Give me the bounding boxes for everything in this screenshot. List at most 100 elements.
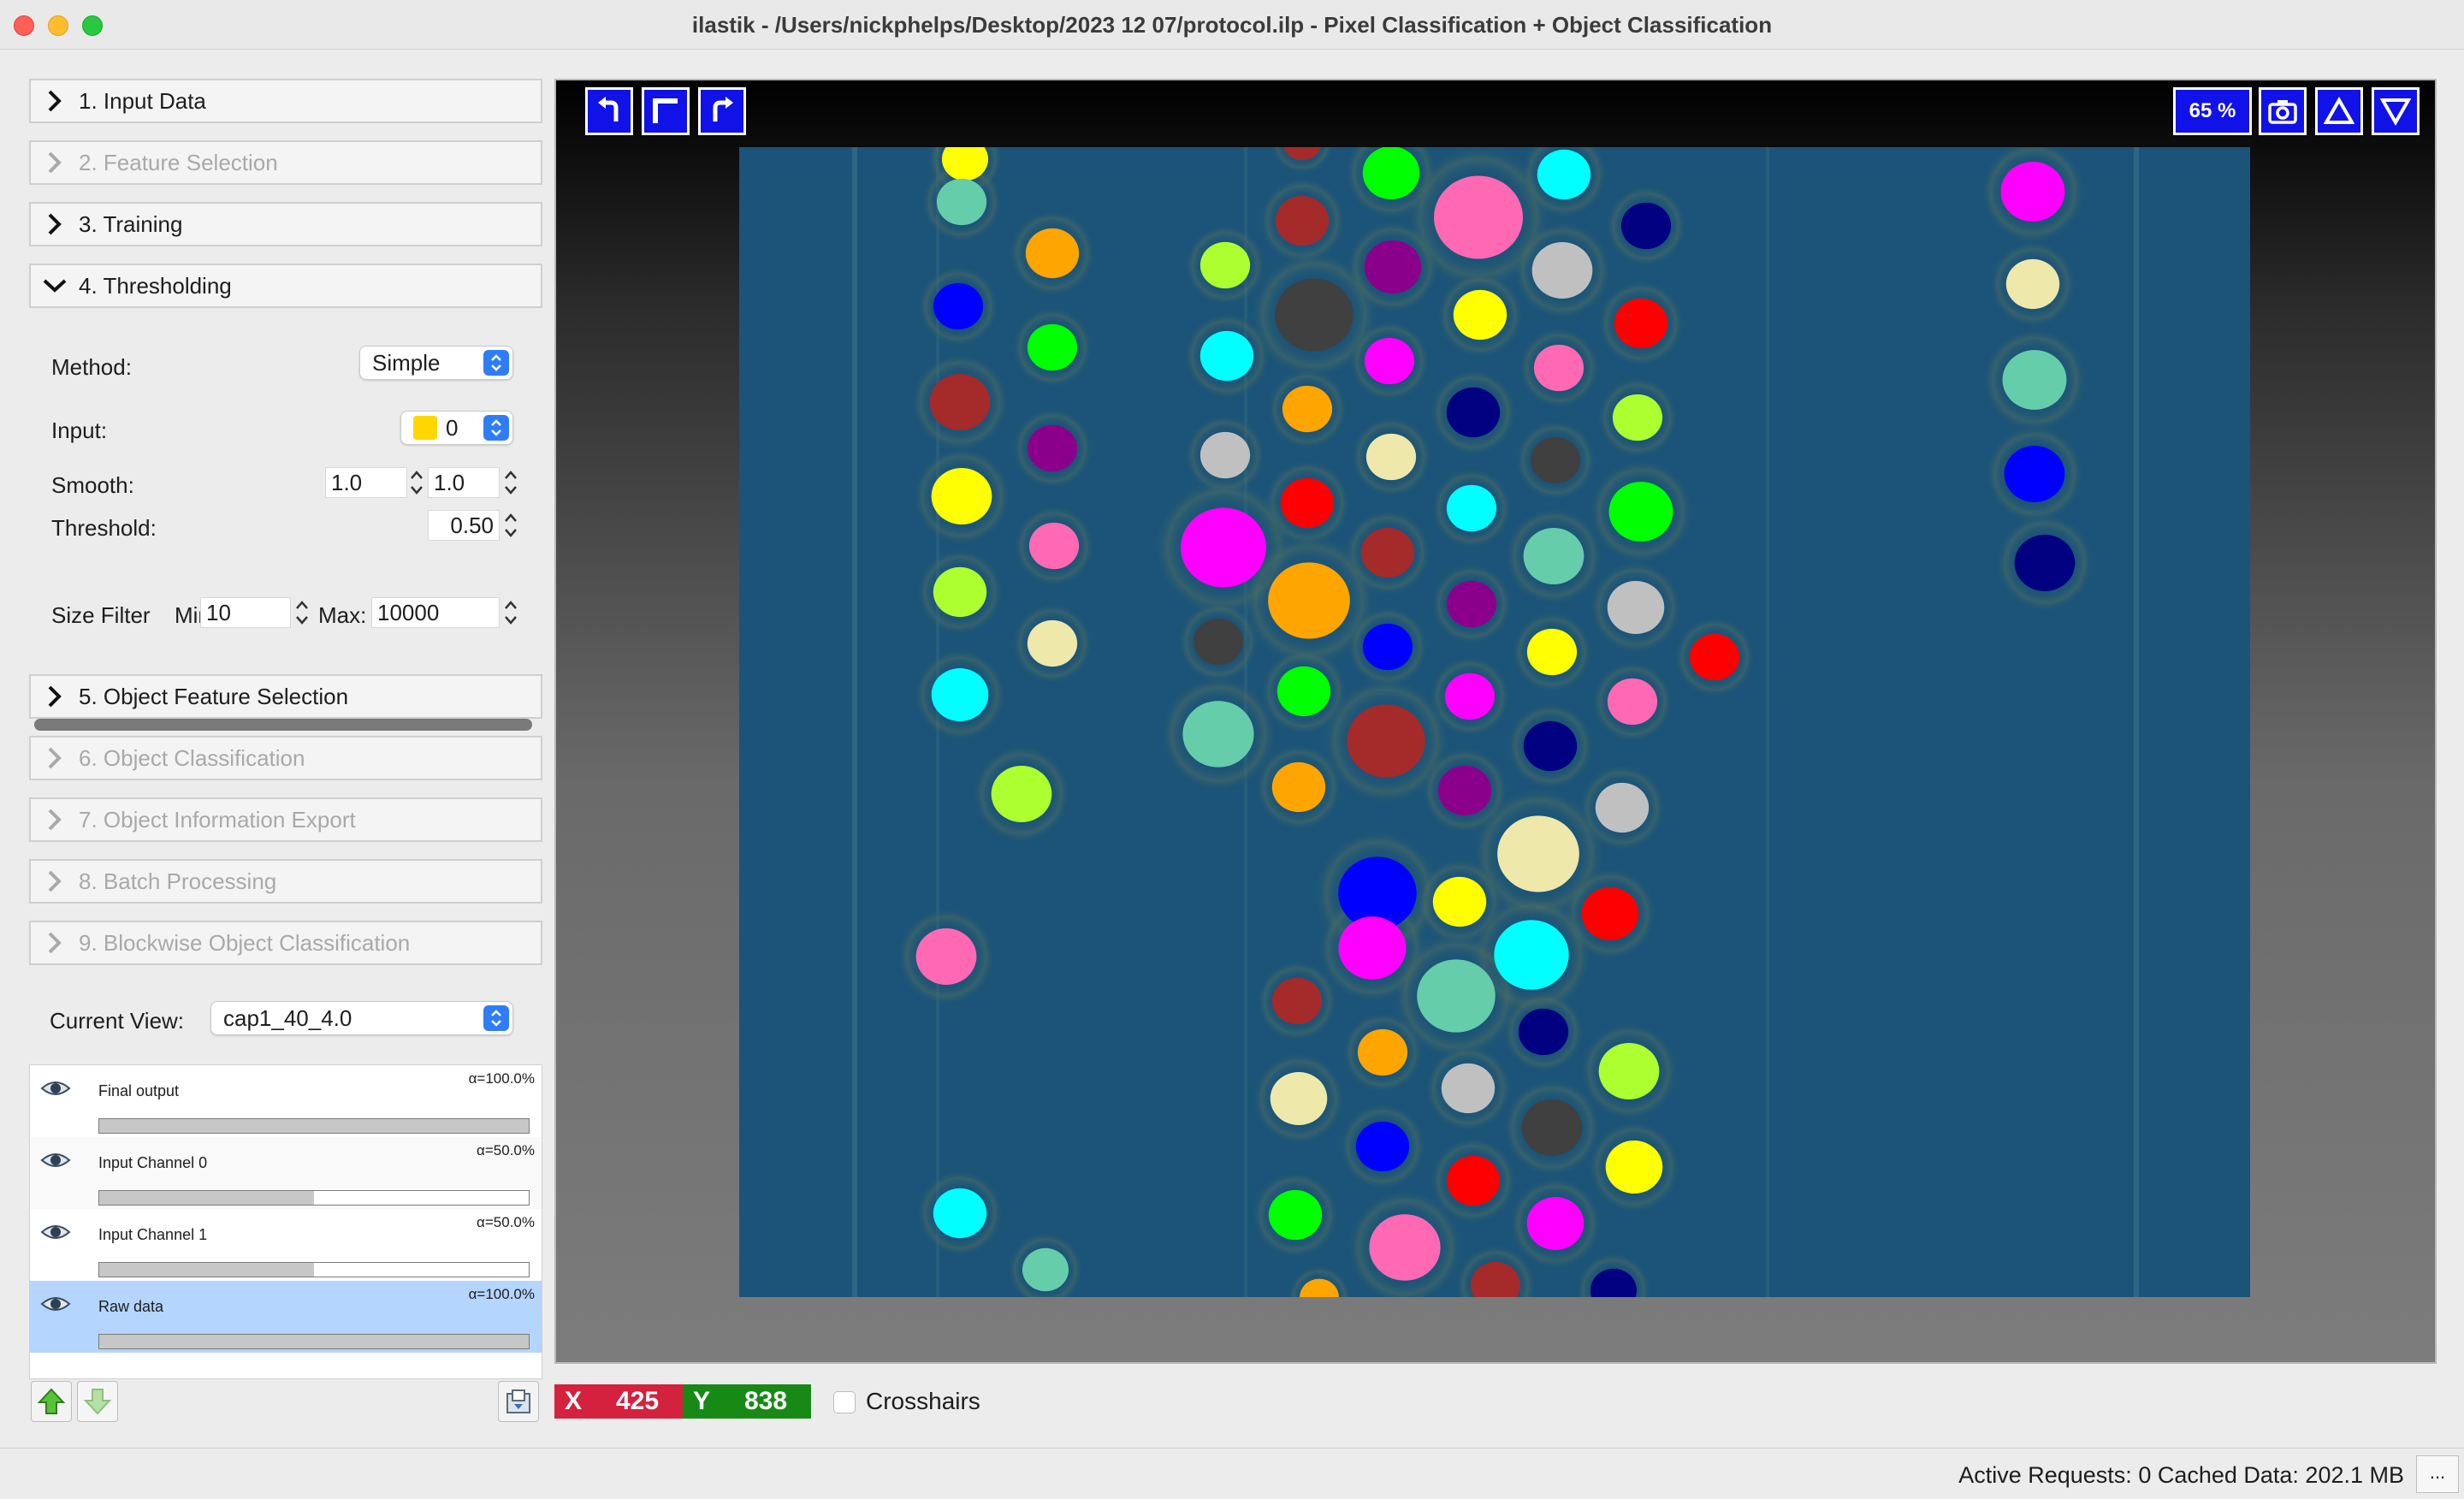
segmented-object[interactable] xyxy=(1446,484,1497,532)
segmented-object[interactable] xyxy=(1608,482,1673,542)
segmented-object[interactable] xyxy=(1620,202,1672,250)
segmented-object[interactable] xyxy=(1275,195,1330,246)
segmented-object[interactable] xyxy=(1355,1121,1410,1172)
spin-arrows-icon[interactable] xyxy=(293,597,311,628)
segmented-object[interactable] xyxy=(931,468,992,524)
segmented-object[interactable] xyxy=(1280,477,1335,529)
segmented-object[interactable] xyxy=(933,282,984,330)
layer-opacity-bar[interactable] xyxy=(98,1262,530,1277)
segmented-object[interactable] xyxy=(2005,258,2060,310)
layer-opacity-bar[interactable] xyxy=(98,1118,530,1134)
segmented-object[interactable] xyxy=(1270,1071,1328,1126)
segmented-object[interactable] xyxy=(2002,350,2067,410)
segmented-object[interactable] xyxy=(1028,522,1080,570)
smooth-x-input[interactable]: 1.0 xyxy=(325,467,407,498)
slice-down-button[interactable] xyxy=(2372,87,2420,135)
zoom-level-button[interactable]: 65 % xyxy=(2173,87,2252,135)
segmented-object[interactable] xyxy=(1494,920,1569,990)
layer-item[interactable]: Raw data α=100.0% xyxy=(30,1281,542,1353)
crosshairs-checkbox[interactable] xyxy=(833,1391,856,1413)
eye-icon[interactable] xyxy=(40,1293,71,1315)
spin-arrows-icon[interactable] xyxy=(501,510,520,541)
applet-object-classification[interactable]: 6. Object Classification xyxy=(29,736,542,780)
segmented-object[interactable] xyxy=(1268,562,1350,639)
segmented-object[interactable] xyxy=(1434,175,1523,259)
segmented-object[interactable] xyxy=(931,667,989,722)
segmented-object[interactable] xyxy=(1523,528,1584,584)
segmented-object[interactable] xyxy=(1360,527,1415,578)
segmented-object[interactable] xyxy=(1362,623,1413,671)
segmented-object[interactable] xyxy=(1446,580,1497,628)
layer-opacity-bar[interactable] xyxy=(98,1190,530,1206)
segmented-object[interactable] xyxy=(1271,977,1323,1025)
fit-view-button[interactable] xyxy=(642,87,690,135)
layer-item[interactable]: Input Channel 1 α=50.0% xyxy=(30,1209,542,1281)
segmented-object[interactable] xyxy=(1444,672,1496,720)
segmented-object[interactable] xyxy=(1027,323,1078,371)
segmented-object[interactable] xyxy=(1275,278,1353,352)
eye-icon[interactable] xyxy=(40,1077,71,1099)
segmented-object[interactable] xyxy=(2004,446,2065,502)
move-layer-down-button[interactable] xyxy=(77,1381,118,1422)
segmented-object[interactable] xyxy=(1369,1214,1441,1281)
segmented-object[interactable] xyxy=(1497,815,1579,892)
segmented-object[interactable] xyxy=(1022,1247,1069,1292)
slice-up-button[interactable] xyxy=(2315,87,2363,135)
input-channel-select[interactable]: 0 xyxy=(400,411,513,445)
spin-arrows-icon[interactable] xyxy=(501,597,520,628)
segmented-object[interactable] xyxy=(1347,704,1425,778)
applet-training[interactable]: 3. Training xyxy=(29,202,542,246)
segmented-object[interactable] xyxy=(1526,1196,1584,1251)
applet-feature-selection[interactable]: 2. Feature Selection xyxy=(29,140,542,185)
segmented-object[interactable] xyxy=(1614,298,1668,349)
segmented-object[interactable] xyxy=(1531,242,1593,299)
segmented-object[interactable] xyxy=(933,1188,987,1239)
segmented-object[interactable] xyxy=(1526,628,1578,676)
segmented-object[interactable] xyxy=(1338,916,1407,980)
segmented-object[interactable] xyxy=(2014,535,2076,591)
applet-thresholding[interactable]: 4. Thresholding xyxy=(29,264,542,308)
segmented-object[interactable] xyxy=(1521,1099,1583,1156)
segmented-object[interactable] xyxy=(1441,1063,1496,1114)
segmented-object[interactable] xyxy=(1027,619,1078,667)
segmented-object[interactable] xyxy=(1437,765,1492,816)
segmented-object[interactable] xyxy=(1581,886,1639,941)
screenshot-button[interactable] xyxy=(2259,87,2307,135)
segmented-object[interactable] xyxy=(929,374,991,430)
size-max-input[interactable]: 10000 xyxy=(371,597,500,628)
move-layer-up-button[interactable] xyxy=(31,1381,72,1422)
segmented-object[interactable] xyxy=(936,178,987,226)
smooth-y-input[interactable]: 1.0 xyxy=(428,467,500,498)
segmented-object[interactable] xyxy=(1446,387,1501,438)
segmented-object[interactable] xyxy=(1364,337,1415,385)
current-view-select[interactable]: cap1_40_4.0 xyxy=(210,1001,513,1035)
segmented-object[interactable] xyxy=(1595,782,1650,833)
segmented-object[interactable] xyxy=(1417,959,1496,1033)
applet-object-feature-selection[interactable]: 5. Object Feature Selection xyxy=(29,674,542,719)
segmented-object[interactable] xyxy=(1199,241,1251,289)
segmented-object[interactable] xyxy=(1689,633,1740,681)
status-more-button[interactable]: ... xyxy=(2416,1455,2459,1493)
segmented-object[interactable] xyxy=(1199,330,1254,382)
segmented-object[interactable] xyxy=(1027,424,1078,472)
applet-object-information-export[interactable]: 7. Object Information Export xyxy=(29,797,542,842)
segmented-object[interactable] xyxy=(1607,580,1665,635)
layer-item[interactable]: Input Channel 0 α=50.0% xyxy=(30,1137,542,1209)
segmented-object[interactable] xyxy=(1181,507,1266,588)
segmented-object[interactable] xyxy=(1432,876,1487,927)
segmented-object[interactable] xyxy=(1364,240,1422,294)
segmented-object[interactable] xyxy=(1025,228,1080,279)
crosshairs-label[interactable]: Crosshairs xyxy=(866,1388,980,1415)
segmented-object[interactable] xyxy=(1446,1155,1501,1206)
applet-input-data[interactable]: 1. Input Data xyxy=(29,79,542,123)
rotate-right-button[interactable] xyxy=(698,87,746,135)
spin-arrows-icon[interactable] xyxy=(501,467,520,498)
segmented-object[interactable] xyxy=(1453,289,1507,341)
segmented-object[interactable] xyxy=(1276,666,1331,717)
spin-arrows-icon[interactable] xyxy=(407,467,426,498)
segmented-object[interactable] xyxy=(1282,385,1333,433)
layer-item[interactable]: Final output α=100.0% xyxy=(30,1065,542,1137)
method-select[interactable]: Simple xyxy=(359,346,513,380)
segmented-object[interactable] xyxy=(1533,344,1584,392)
size-min-input[interactable]: 10 xyxy=(200,597,291,628)
